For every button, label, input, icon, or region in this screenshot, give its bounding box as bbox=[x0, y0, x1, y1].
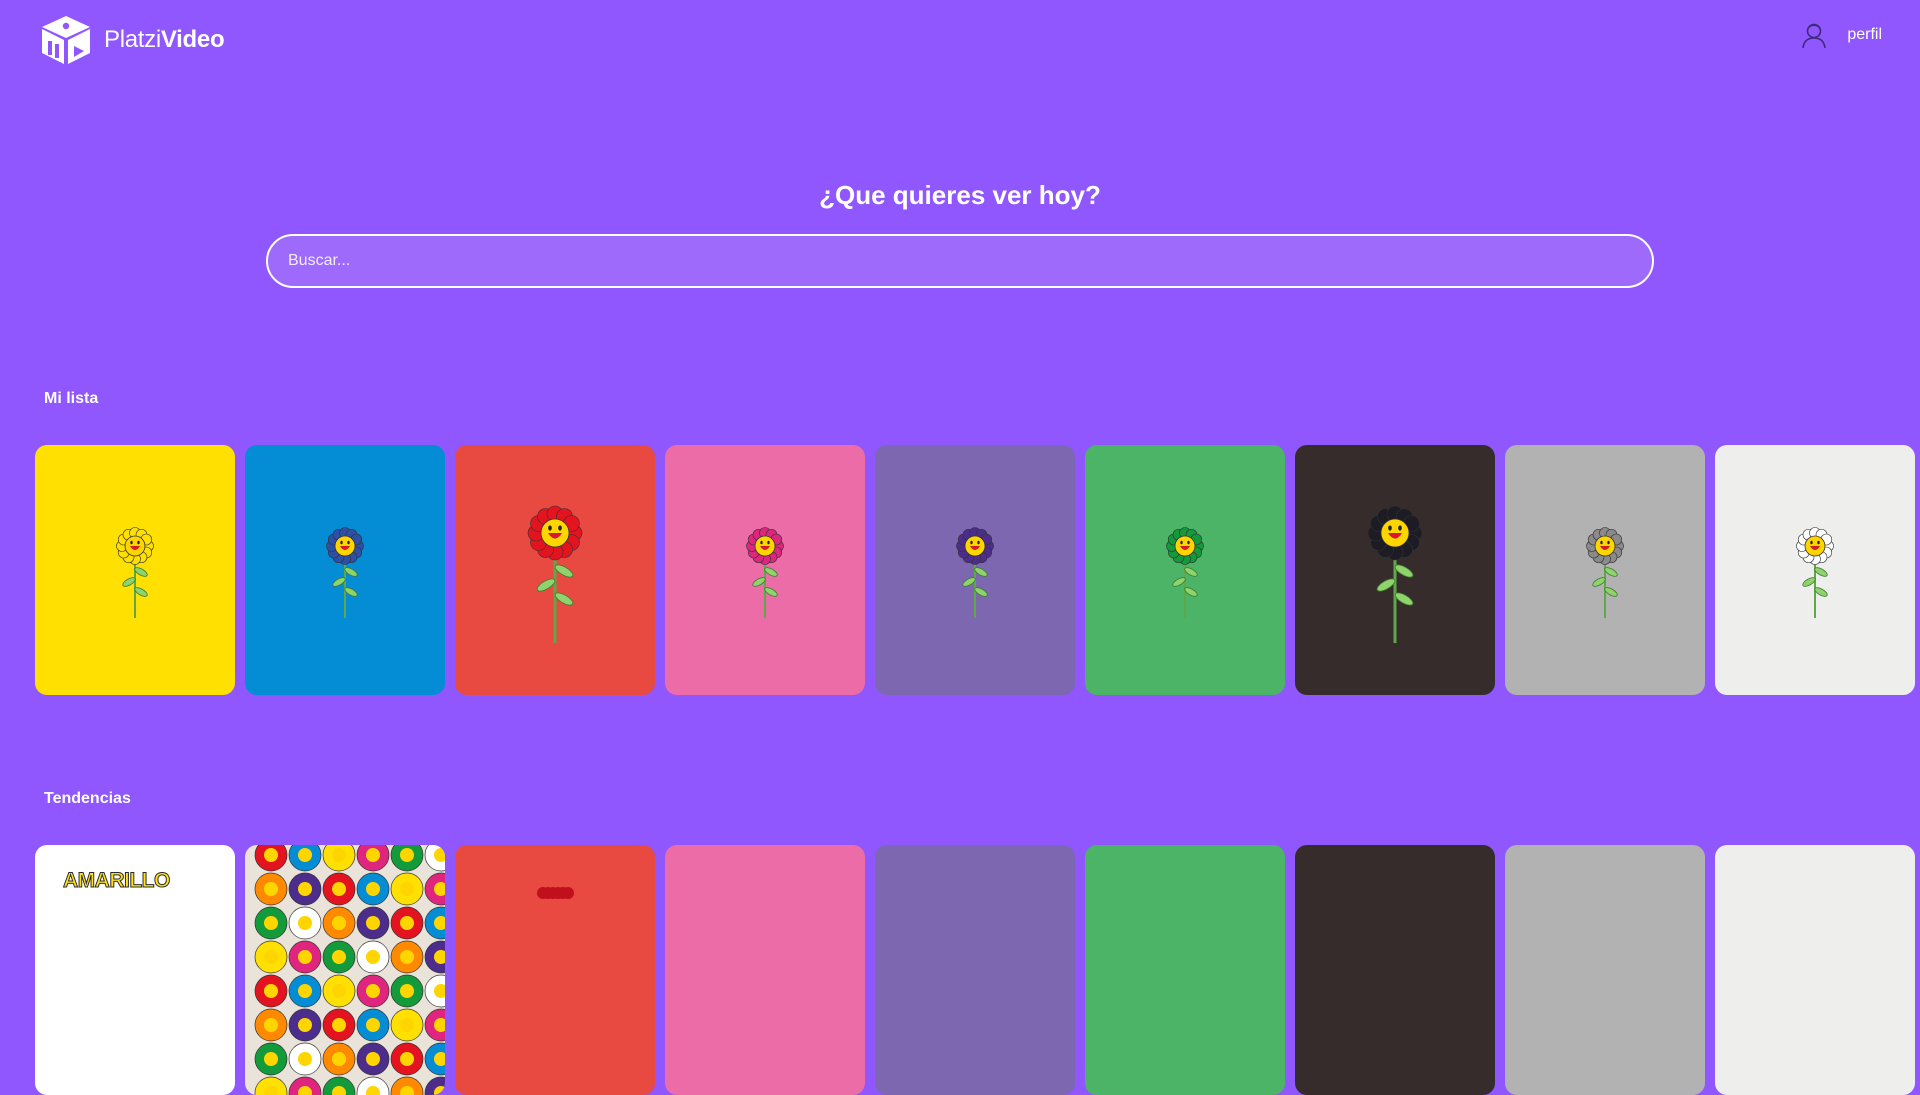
trending-card[interactable] bbox=[1295, 845, 1495, 1095]
smiling-flower-icon bbox=[1166, 527, 1204, 618]
profile-menu[interactable]: perfil bbox=[1799, 20, 1882, 50]
movie-card[interactable] bbox=[1085, 445, 1285, 695]
profile-label: perfil bbox=[1847, 26, 1882, 43]
movie-card[interactable] bbox=[1715, 445, 1915, 695]
card-title-text: AMARILLO bbox=[63, 869, 171, 893]
smiling-flower-icon bbox=[116, 527, 154, 618]
mi-lista-carousel bbox=[35, 445, 1915, 695]
section-title-tendencias: Tendencias bbox=[44, 790, 131, 807]
trending-card[interactable]: AMARILLO bbox=[35, 845, 235, 1095]
search-input[interactable] bbox=[266, 234, 1654, 288]
cube-logo-icon bbox=[42, 16, 90, 64]
movie-card[interactable] bbox=[875, 445, 1075, 695]
trending-card[interactable] bbox=[455, 845, 655, 1095]
platzi-video-logo[interactable]: PlatziVideo bbox=[38, 14, 225, 66]
trending-card[interactable] bbox=[1505, 845, 1705, 1095]
tendencias-carousel: AMARILLO bbox=[35, 845, 1915, 1095]
movie-card[interactable] bbox=[35, 445, 235, 695]
smiling-flower-icon bbox=[1796, 527, 1834, 618]
smiling-flower-icon bbox=[956, 527, 994, 618]
trending-card[interactable] bbox=[1715, 845, 1915, 1095]
top-header: PlatziVideo perfil bbox=[0, 0, 1920, 80]
section-title-mi-lista: Mi lista bbox=[44, 390, 99, 407]
trending-card[interactable] bbox=[875, 845, 1075, 1095]
smiling-flower-icon bbox=[527, 505, 583, 643]
flower-collage-icon bbox=[254, 845, 445, 1095]
trending-card[interactable] bbox=[245, 845, 445, 1095]
trending-card[interactable] bbox=[665, 845, 865, 1095]
brand-name: PlatziVideo bbox=[104, 26, 225, 53]
smiling-flower-icon bbox=[1586, 527, 1624, 618]
movie-card[interactable] bbox=[1505, 445, 1705, 695]
trending-card[interactable] bbox=[1085, 845, 1285, 1095]
smiling-flower-icon bbox=[326, 527, 364, 618]
movie-card[interactable] bbox=[665, 445, 865, 695]
movie-card[interactable] bbox=[455, 445, 655, 695]
flower-peek-icon bbox=[537, 887, 574, 899]
movie-card[interactable] bbox=[245, 445, 445, 695]
smiling-flower-icon bbox=[746, 527, 784, 618]
hero-title: ¿Que quieres ver hoy? bbox=[819, 180, 1101, 210]
user-avatar-icon bbox=[1802, 23, 1827, 49]
smiling-flower-icon bbox=[1367, 505, 1423, 643]
movie-card[interactable] bbox=[1295, 445, 1495, 695]
